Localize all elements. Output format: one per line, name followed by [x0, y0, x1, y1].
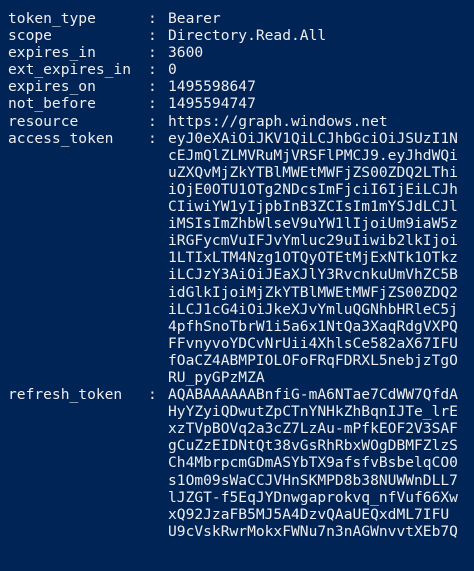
field-value: CIiwiYW1yIjpbInB3ZCIsIm1mYSJdLCJl — [168, 198, 458, 216]
field-separator: : — [148, 129, 157, 147]
output-field-row: token_type: Bearer — [0, 10, 474, 27]
output-continuation-row: CIiwiYW1yIjpbInB3ZCIsIm1mYSJdLCJl — [0, 198, 474, 215]
output-continuation-row: 4pfhSnoTbrW1i5a6x1NtQa3XaqRdgVXPQ — [0, 318, 474, 335]
field-key: expires_on — [8, 78, 96, 96]
field-key: resource — [8, 112, 79, 130]
output-continuation-row: gCuZzEIDNtQt38vGsRhRbxWOgDBMFZlzS — [0, 437, 474, 454]
field-value: RU_pyGPzMZA — [168, 368, 265, 386]
field-value: uZXQvMjZkYTBlMWEtMWFjZS00ZDQ2LThi — [168, 163, 458, 181]
field-separator: : — [148, 61, 157, 79]
field-value: idGlkIjoiMjZkYTBlMWEtMWFjZS00ZDQ2 — [168, 283, 458, 301]
output-continuation-row: 1LTIxLTM4Nzg1OTQyOTEtMjExNTk1OTkz — [0, 249, 474, 266]
field-separator: : — [148, 78, 157, 96]
field-value: 4pfhSnoTbrW1i5a6x1NtQa3XaqRdgVXPQ — [168, 317, 458, 335]
output-continuation-row: xQ92JzaFB5MJ5A4DzvQAaUEQxdML7IFU — [0, 506, 474, 523]
output-continuation-row: HyYZyiQDwutZpCTnYNHkZhBqnIJTe_lrE — [0, 403, 474, 420]
field-separator: : — [148, 44, 157, 62]
powershell-console: token_type: Bearer scope: Directory.Read.Al… — [0, 0, 474, 571]
field-value: xQ92JzaFB5MJ5A4DzvQAaUEQxdML7IFU — [168, 505, 450, 523]
output-field-row: expires_in:3600 — [0, 44, 474, 61]
output-continuation-row: iMSIsImZhbWlseV9uYW1lIjoiUm9iaW5z — [0, 215, 474, 232]
field-value: HyYZyiQDwutZpCTnYNHkZhBqnIJTe_lrE — [168, 403, 458, 421]
output-continuation-row: FFvnyvoYDCvNrUii4XhlsCe582aX67IFU — [0, 335, 474, 352]
field-value: iRGFycmVuIFJvYmluc29uIiwib2lkIjoi — [168, 232, 458, 250]
output-continuation-row: fOaCZ4ABMPIOLOFoFRqFDRXL5nebjzTgO — [0, 352, 474, 369]
field-value: iLCJ1cG4iOiJkeXJvYmluQGNhbHRleC5j — [168, 300, 458, 318]
output-continuation-row: RU_pyGPzMZA — [0, 369, 474, 386]
field-key: expires_in — [8, 44, 96, 62]
field-value: Ch4MbrpcmGDmASYbTX9afsfvBsbelqCO0 — [168, 454, 458, 472]
field-key: token_type — [8, 10, 96, 27]
field-value: 1495598647 — [168, 78, 256, 96]
output-continuation-row: s1Om09sWaCCJVHnSKMPD8b38NUWWnDLL7 — [0, 472, 474, 489]
token-output: token_type: Bearer scope: Directory.Read.Al… — [0, 10, 474, 540]
output-field-row: access_token: eyJ0eXAiOiJKV1QiLCJhbGciOiJ… — [0, 130, 474, 147]
field-value: iOjE0OTU1OTg2NDcsImFjciI6IjEiLCJh — [168, 180, 458, 198]
field-value: AQABAAAAAABnfiG-mA6NTae7CdWW7QfdA — [168, 386, 458, 404]
field-separator: : — [148, 386, 157, 404]
field-value: Bearer — [168, 10, 221, 27]
field-separator: : — [148, 95, 157, 113]
field-key: refresh_token — [8, 386, 123, 404]
output-continuation-row: iLCJzY3AiOiJEaXJlY3RvcnkuUmVhZC5B — [0, 266, 474, 283]
output-continuation-row: Ch4MbrpcmGDmASYbTX9afsfvBsbelqCO0 — [0, 454, 474, 471]
field-value: eyJ0eXAiOiJKV1QiLCJhbGciOiJSUzI1N — [168, 129, 458, 147]
output-continuation-row: uZXQvMjZkYTBlMWEtMWFjZS00ZDQ2LThi — [0, 164, 474, 181]
field-value: lJZGT-f5EqJYDnwgaprokvq_nfVuf66Xw — [168, 488, 458, 506]
output-field-row: expires_on:1495598647 — [0, 78, 474, 95]
field-key: not_before — [8, 95, 96, 113]
field-separator: : — [148, 112, 157, 130]
field-value: https://graph.windows.net — [168, 112, 388, 130]
output-field-row: resource: https://graph.windows.net — [0, 113, 474, 130]
output-continuation-row: iLCJ1cG4iOiJkeXJvYmluQGNhbHRleC5j — [0, 301, 474, 318]
output-continuation-row: U9cVskRwrMokxFWNu7n3nAGWnvvtXEb7Q — [0, 523, 474, 540]
output-continuation-row: idGlkIjoiMjZkYTBlMWEtMWFjZS00ZDQ2 — [0, 284, 474, 301]
field-key: scope — [8, 27, 52, 45]
output-field-row: not_before:1495594747 — [0, 95, 474, 112]
output-field-row: scope: Directory.Read.All — [0, 27, 474, 44]
field-value: fOaCZ4ABMPIOLOFoFRqFDRXL5nebjzTgO — [168, 351, 458, 369]
field-value: 1LTIxLTM4Nzg1OTQyOTEtMjExNTk1OTkz — [168, 249, 458, 267]
field-value: 1495594747 — [168, 95, 256, 113]
field-value: iLCJzY3AiOiJEaXJlY3RvcnkuUmVhZC5B — [168, 266, 458, 284]
field-value: s1Om09sWaCCJVHnSKMPD8b38NUWWnDLL7 — [168, 471, 458, 489]
output-field-row: ext_expires_in:0 — [0, 61, 474, 78]
field-value: 3600 — [168, 44, 204, 62]
field-value: xzTVpBOVq2a3cZ7LzAu-mPfkEOF2V3SAF — [168, 420, 458, 438]
field-value: Directory.Read.All — [168, 27, 327, 45]
field-key: ext_expires_in — [8, 61, 132, 79]
field-key: access_token — [8, 129, 114, 147]
output-continuation-row: iRGFycmVuIFJvYmluc29uIiwib2lkIjoi — [0, 232, 474, 249]
field-separator: : — [148, 27, 157, 45]
output-continuation-row: lJZGT-f5EqJYDnwgaprokvq_nfVuf66Xw — [0, 489, 474, 506]
field-value: FFvnyvoYDCvNrUii4XhlsCe582aX67IFU — [168, 334, 458, 352]
output-continuation-row: cEJmQlZLMVRuMjVRSFlPMCJ9.eyJhdWQi — [0, 147, 474, 164]
field-value: 0 — [168, 61, 177, 79]
field-separator: : — [148, 10, 157, 27]
field-value: cEJmQlZLMVRuMjVRSFlPMCJ9.eyJhdWQi — [168, 146, 458, 164]
output-continuation-row: iOjE0OTU1OTg2NDcsImFjciI6IjEiLCJh — [0, 181, 474, 198]
output-continuation-row: xzTVpBOVq2a3cZ7LzAu-mPfkEOF2V3SAF — [0, 420, 474, 437]
output-field-row: refresh_token: AQABAAAAAABnfiG-mA6NTae7Cd… — [0, 386, 474, 403]
field-value: U9cVskRwrMokxFWNu7n3nAGWnvvtXEb7Q — [168, 522, 458, 540]
field-value: gCuZzEIDNtQt38vGsRhRbxWOgDBMFZlzS — [168, 437, 458, 455]
field-value: iMSIsImZhbWlseV9uYW1lIjoiUm9iaW5z — [168, 215, 458, 233]
